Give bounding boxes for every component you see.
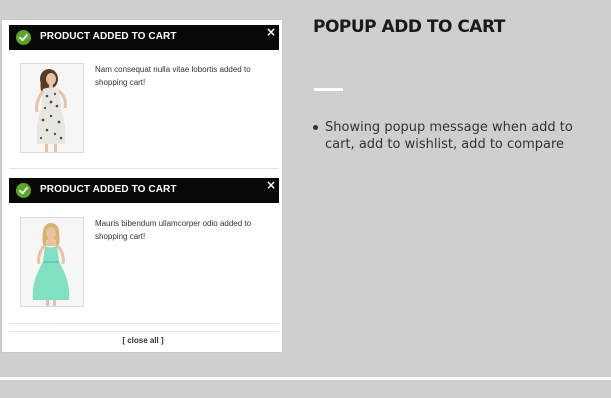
popup-header-1: PRODUCT ADDED TO CART ×	[9, 25, 279, 50]
feature-bullet-text: Showing popup message when add to cart, …	[325, 120, 573, 152]
close-icon[interactable]: ×	[266, 25, 276, 39]
product-thumbnail[interactable]	[20, 217, 84, 307]
popup-divider	[9, 168, 279, 169]
check-circle-icon	[16, 183, 31, 198]
popup-message: Mauris bibendum ullamcorper odio added t…	[95, 219, 252, 241]
woman-in-floral-dress-image	[21, 64, 83, 152]
check-circle-icon	[16, 30, 31, 45]
section-title: POPUP ADD TO CART	[313, 17, 505, 37]
popup-header-2: PRODUCT ADDED TO CART ×	[9, 178, 279, 203]
title-underline	[314, 88, 343, 91]
close-all-button[interactable]: [ close all ]	[2, 336, 284, 345]
popup-title: PRODUCT ADDED TO CART	[40, 31, 177, 42]
product-thumbnail[interactable]	[20, 63, 84, 153]
close-all-divider	[9, 331, 279, 332]
woman-in-mint-dress-image	[21, 218, 83, 306]
popup-divider	[9, 323, 279, 324]
popup-message: Nam consequat nulla vitae lobortis added…	[95, 65, 251, 87]
bullet-icon	[313, 125, 318, 130]
bottom-divider	[0, 377, 611, 380]
popup-title: PRODUCT ADDED TO CART	[40, 184, 177, 195]
close-icon[interactable]: ×	[266, 178, 276, 192]
popup-panel: PRODUCT ADDED TO CART × Nam consequat nu…	[1, 19, 283, 353]
feature-bullet: Showing popup message when add to cart, …	[313, 119, 603, 153]
